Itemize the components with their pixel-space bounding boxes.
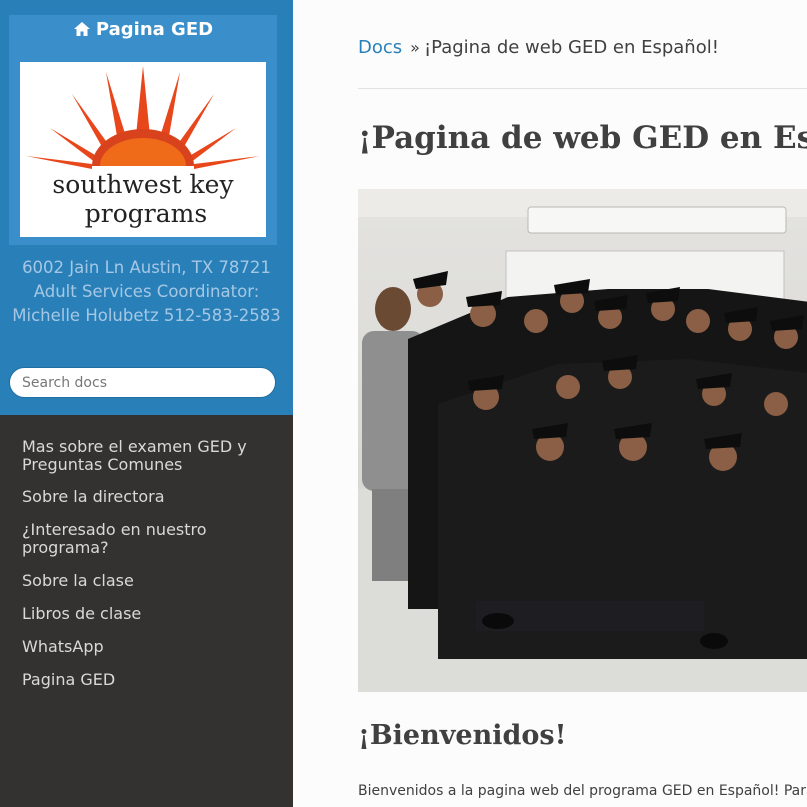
page-title: ¡Pagina de web GED en Español! bbox=[358, 120, 807, 156]
svg-text:southwest key: southwest key bbox=[52, 170, 234, 199]
header-divider bbox=[358, 88, 807, 89]
contact-address: 6002 Jain Ln Austin, TX 78721 Adult Serv… bbox=[12, 258, 281, 325]
brand-link[interactable]: Pagina GED bbox=[9, 18, 277, 42]
brand-box: Pagina GED southwest key programs bbox=[9, 15, 277, 245]
search-input[interactable] bbox=[9, 367, 276, 398]
breadcrumb-current: ¡Pagina de web GED en Español! bbox=[423, 37, 719, 58]
section-title: ¡Bienvenidos! bbox=[358, 720, 567, 751]
sidebar-item-libros[interactable]: Libros de clase bbox=[0, 605, 293, 623]
home-icon bbox=[73, 22, 90, 36]
main-content: Docs» ¡Pagina de web GED en Español! ¡Pag… bbox=[293, 0, 807, 807]
sidebar-item-directora[interactable]: Sobre la directora bbox=[0, 488, 293, 506]
breadcrumb-docs-link[interactable]: Docs bbox=[358, 37, 402, 58]
svg-text:programs: programs bbox=[85, 199, 207, 228]
brand-label: Pagina GED bbox=[95, 19, 214, 40]
breadcrumb-separator: » bbox=[410, 38, 420, 57]
graduation-photo bbox=[358, 189, 807, 692]
southwest-key-logo: southwest key programs bbox=[20, 62, 266, 237]
sidebar-item-clase[interactable]: Sobre la clase bbox=[0, 572, 293, 590]
sidebar: Pagina GED southwest key programs 6002 J… bbox=[0, 0, 293, 807]
sidebar-item-whatsapp[interactable]: WhatsApp bbox=[0, 638, 293, 656]
sidebar-item-examen-ged[interactable]: Mas sobre el examen GED y Preguntas Comu… bbox=[0, 438, 293, 474]
sidebar-nav: Mas sobre el examen GED y Preguntas Comu… bbox=[0, 438, 293, 689]
sidebar-item-interesado[interactable]: ¿Interesado en nuestro programa? bbox=[0, 521, 293, 557]
sidebar-header: Pagina GED southwest key programs 6002 J… bbox=[0, 0, 293, 415]
breadcrumb: Docs » ¡Pagina de web GED en Español! bbox=[358, 37, 719, 58]
intro-paragraph: Bienvenidos a la pagina web del programa… bbox=[358, 783, 807, 799]
sidebar-item-pagina-ged[interactable]: Pagina GED bbox=[0, 671, 293, 689]
